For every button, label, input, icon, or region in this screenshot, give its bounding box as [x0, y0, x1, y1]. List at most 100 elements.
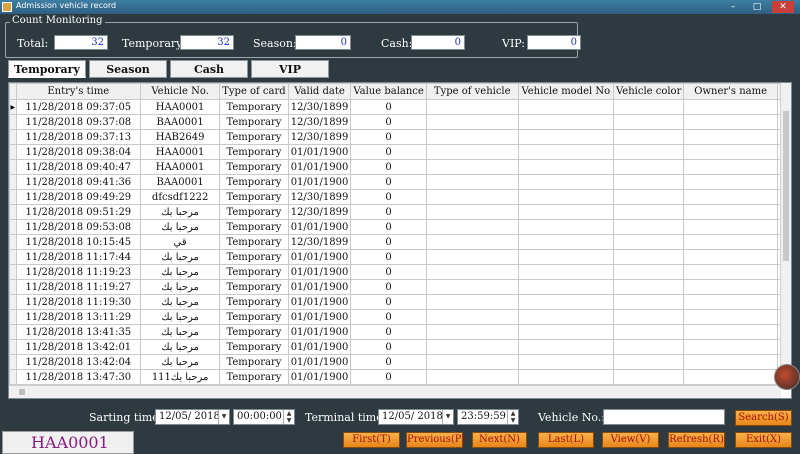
table-cell[interactable]: 11/28/2018 09:51:29: [15, 204, 142, 220]
table-cell[interactable]: [425, 219, 519, 235]
column-header[interactable]: Type of vehicle: [425, 83, 519, 100]
vertical-scrollbar[interactable]: [780, 83, 791, 385]
table-cell[interactable]: 11/28/2018 09:49:29: [15, 189, 142, 205]
table-cell[interactable]: 12/30/1899: [287, 234, 352, 250]
table-cell[interactable]: [425, 174, 519, 190]
table-cell[interactable]: 0: [350, 174, 427, 190]
table-cell[interactable]: [683, 144, 778, 160]
table-cell[interactable]: [425, 129, 519, 145]
table-cell[interactable]: مرحبا بك: [140, 354, 221, 370]
horizontal-scrollbar[interactable]: [9, 385, 781, 398]
spin-arrows-icon[interactable]: ▲ ▼: [507, 410, 518, 424]
table-cell[interactable]: مرحبا بك: [140, 249, 221, 265]
table-cell[interactable]: [612, 369, 685, 385]
first-button[interactable]: First(T): [343, 432, 400, 448]
table-cell[interactable]: 01/01/1900: [287, 264, 352, 280]
table-cell[interactable]: [683, 309, 778, 325]
table-cell[interactable]: 01/01/1900: [287, 369, 352, 385]
table-cell[interactable]: قي: [140, 234, 221, 250]
table-row[interactable]: 11/28/2018 09:53:08 مرحبا بك Temporary 01/0…: [9, 219, 791, 235]
table-cell[interactable]: [612, 294, 685, 310]
table-cell[interactable]: Temporary: [219, 264, 289, 280]
table-cell[interactable]: Temporary: [219, 249, 289, 265]
table-cell[interactable]: [517, 174, 614, 190]
table-cell[interactable]: 11/28/2018 11:17:44: [15, 249, 142, 265]
search-button[interactable]: Search(S): [735, 410, 792, 426]
table-cell[interactable]: [683, 264, 778, 280]
table-cell[interactable]: 01/01/1900: [287, 249, 352, 265]
chevron-down-icon[interactable]: ▼: [218, 410, 229, 424]
previous-button[interactable]: Previous(P): [406, 432, 465, 448]
start-date-picker[interactable]: 12/05/ 2018 ▼: [155, 409, 230, 425]
table-cell[interactable]: 0: [350, 369, 427, 385]
table-cell[interactable]: 11/28/2018 13:47:30: [15, 369, 142, 385]
table-row[interactable]: 11/28/2018 10:15:45 قي Temporary 12/30/1899…: [9, 234, 791, 250]
table-cell[interactable]: Temporary: [219, 279, 289, 295]
table-cell[interactable]: 0: [350, 309, 427, 325]
table-cell[interactable]: [425, 114, 519, 130]
table-cell[interactable]: [612, 354, 685, 370]
table-cell[interactable]: 12/30/1899: [287, 114, 352, 130]
row-header[interactable]: [9, 369, 17, 385]
row-header[interactable]: [9, 159, 17, 175]
table-cell[interactable]: [683, 249, 778, 265]
table-cell[interactable]: 01/01/1900: [287, 219, 352, 235]
table-cell[interactable]: مرحبا بك: [140, 219, 221, 235]
table-cell[interactable]: [683, 339, 778, 355]
table-cell[interactable]: [612, 114, 685, 130]
table-cell[interactable]: [425, 99, 519, 115]
table-cell[interactable]: [425, 324, 519, 340]
table-row[interactable]: 11/28/2018 11:17:44 مرحبا بك Temporary 01/0…: [9, 249, 791, 265]
table-row[interactable]: ▶ 11/28/2018 09:37:05 HAA0001 Temporary 12/3…: [9, 99, 791, 115]
table-cell[interactable]: مرحبا بك: [140, 294, 221, 310]
chevron-down-icon[interactable]: ▼: [442, 410, 453, 424]
table-cell[interactable]: [517, 159, 614, 175]
row-header[interactable]: [9, 204, 17, 220]
table-cell[interactable]: [425, 279, 519, 295]
table-cell[interactable]: 12/30/1899: [287, 189, 352, 205]
row-header[interactable]: [9, 129, 17, 145]
table-cell[interactable]: 0: [350, 129, 427, 145]
table-cell[interactable]: [683, 279, 778, 295]
records-grid[interactable]: Entry's time Vehicle No. Type of card Va…: [8, 82, 792, 399]
tab-cash[interactable]: Cash: [170, 60, 248, 78]
row-header[interactable]: [9, 264, 17, 280]
table-cell[interactable]: 11/28/2018 11:19:27: [15, 279, 142, 295]
table-row[interactable]: 11/28/2018 09:41:36 BAA0001 Temporary 01/01…: [9, 174, 791, 190]
table-cell[interactable]: [425, 339, 519, 355]
table-cell[interactable]: 11/28/2018 09:37:13: [15, 129, 142, 145]
exit-button[interactable]: Exit(X): [735, 432, 792, 448]
table-cell[interactable]: [612, 324, 685, 340]
table-cell[interactable]: 0: [350, 264, 427, 280]
table-cell[interactable]: [517, 189, 614, 205]
table-cell[interactable]: 11/28/2018 09:41:36: [15, 174, 142, 190]
table-row[interactable]: 11/28/2018 09:40:47 HAA0001 Temporary 01/01…: [9, 159, 791, 175]
table-cell[interactable]: 11/28/2018 09:38:04: [15, 144, 142, 160]
table-row[interactable]: 11/28/2018 13:42:01 مرحبا بك Temporary 01/0…: [9, 339, 791, 355]
table-cell[interactable]: [683, 129, 778, 145]
table-cell[interactable]: [517, 129, 614, 145]
table-cell[interactable]: [612, 279, 685, 295]
table-cell[interactable]: HAB2649: [140, 129, 221, 145]
row-header[interactable]: [9, 219, 17, 235]
table-cell[interactable]: 11/28/2018 09:37:08: [15, 114, 142, 130]
table-cell[interactable]: Temporary: [219, 354, 289, 370]
column-header[interactable]: Type of card: [219, 83, 289, 100]
row-pointer-icon[interactable]: ▶: [9, 99, 17, 115]
table-cell[interactable]: 0: [350, 294, 427, 310]
table-cell[interactable]: 01/01/1900: [287, 294, 352, 310]
table-cell[interactable]: 0: [350, 324, 427, 340]
view-button[interactable]: View(V): [602, 432, 659, 448]
table-cell[interactable]: [612, 204, 685, 220]
column-header[interactable]: Vehicle No.: [140, 83, 221, 100]
table-cell[interactable]: [517, 219, 614, 235]
table-cell[interactable]: [683, 234, 778, 250]
table-cell[interactable]: [612, 309, 685, 325]
table-cell[interactable]: [425, 144, 519, 160]
table-cell[interactable]: 01/01/1900: [287, 144, 352, 160]
table-cell[interactable]: 11/28/2018 09:53:08: [15, 219, 142, 235]
table-cell[interactable]: [425, 189, 519, 205]
table-cell[interactable]: 01/01/1900: [287, 174, 352, 190]
table-cell[interactable]: [517, 294, 614, 310]
table-cell[interactable]: Temporary: [219, 339, 289, 355]
